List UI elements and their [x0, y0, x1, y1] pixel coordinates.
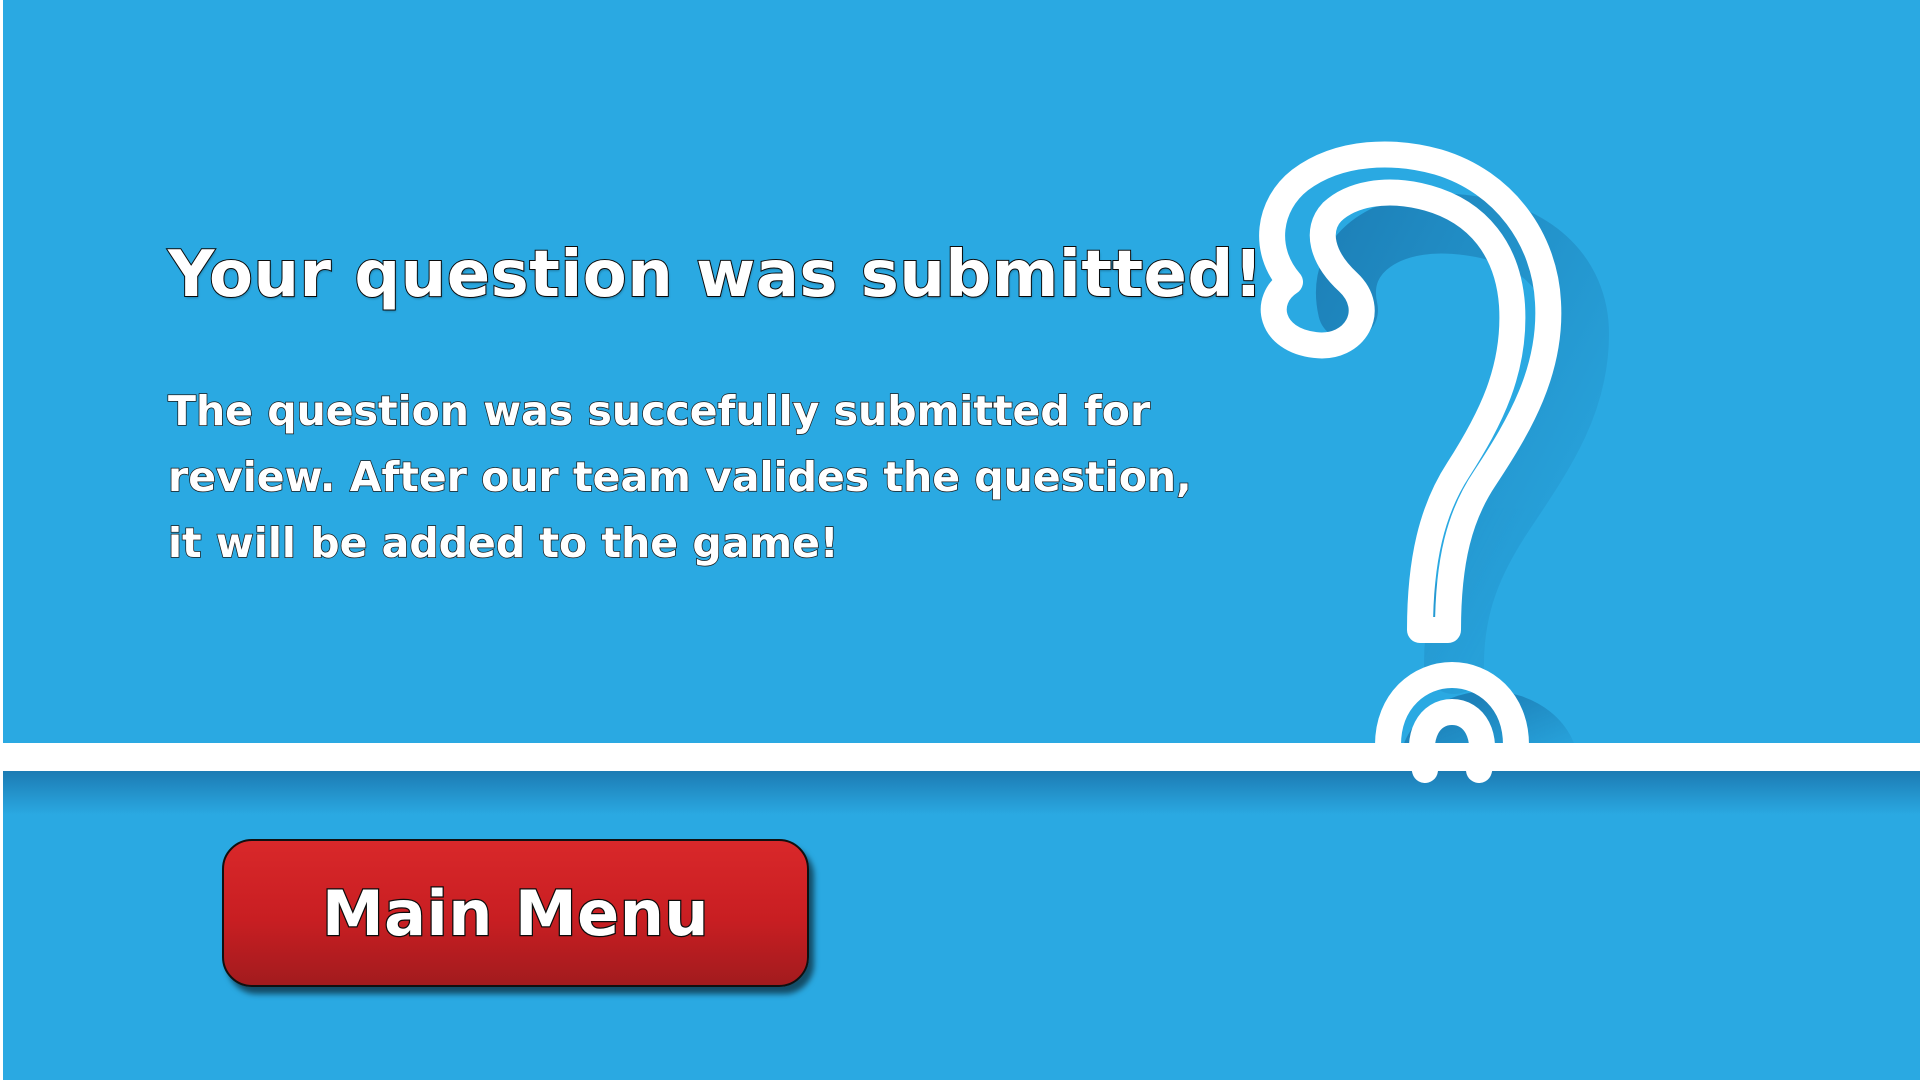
main-menu-button[interactable]: Main Menu	[222, 839, 809, 987]
floor-line	[3, 743, 1920, 771]
page-title: Your question was submitted!	[167, 237, 1264, 313]
submission-message: The question was succefully submitted fo…	[167, 386, 1192, 568]
line-shadow	[3, 771, 1920, 815]
main-menu-label: Main Menu	[321, 875, 710, 951]
